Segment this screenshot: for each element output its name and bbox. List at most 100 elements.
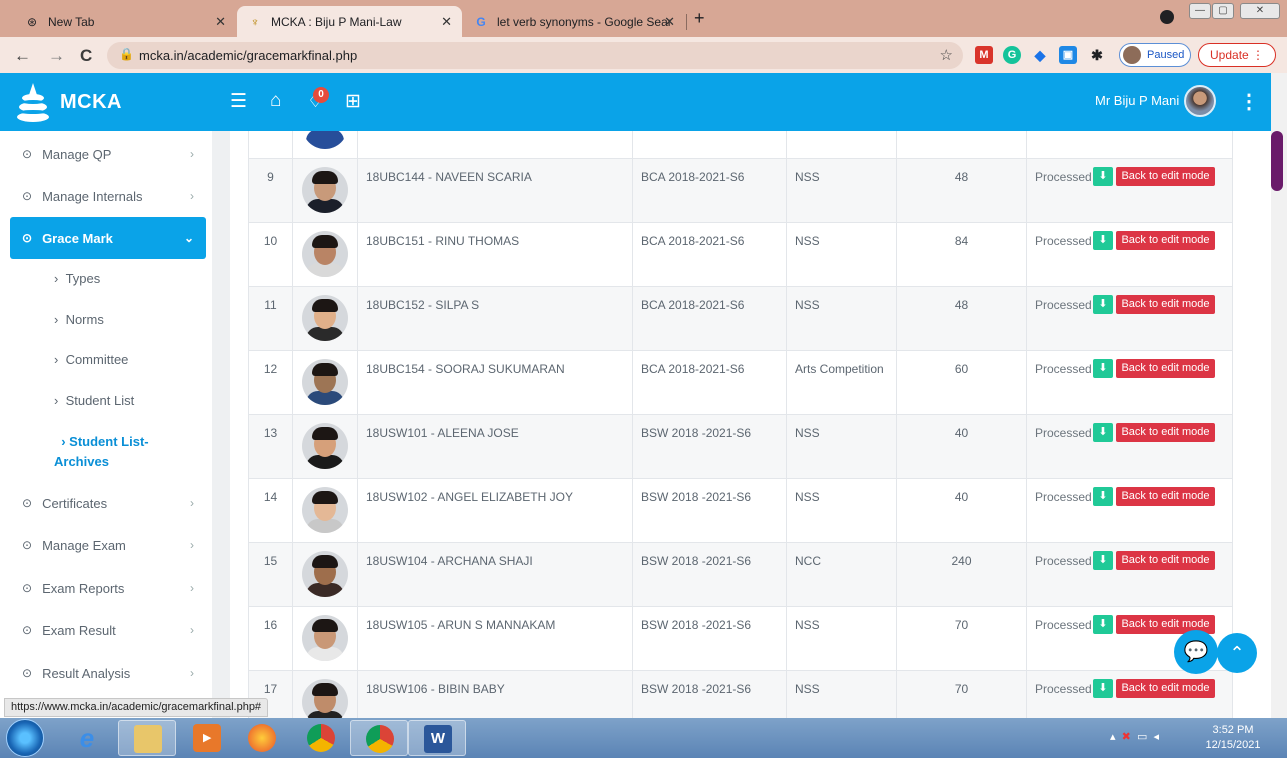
- extension-blue-icon[interactable]: ▣: [1059, 46, 1077, 64]
- back-to-edit-button[interactable]: Back to edit mode: [1116, 167, 1215, 186]
- tab-search-icon[interactable]: [1160, 10, 1174, 24]
- mcka-favicon: ♆: [250, 14, 260, 29]
- chat-button[interactable]: 💬: [1174, 630, 1218, 674]
- back-to-edit-button[interactable]: Back to edit mode: [1116, 551, 1215, 570]
- download-button[interactable]: ⬇: [1093, 295, 1113, 314]
- download-button[interactable]: ⬇: [1093, 679, 1113, 698]
- back-to-edit-button[interactable]: Back to edit mode: [1116, 359, 1215, 378]
- tab-new-tab[interactable]: ⊛ New Tab ✕: [14, 6, 236, 37]
- taskbar-media[interactable]: ▸: [178, 720, 236, 756]
- close-tab-icon[interactable]: ✕: [441, 14, 452, 30]
- photo-body: [306, 583, 344, 597]
- sidebar-item-grace-mark[interactable]: ⊙ Grace Mark ⌄: [10, 217, 206, 259]
- subitem-committee[interactable]: › Committee: [54, 352, 128, 367]
- scroll-top-button[interactable]: ⌃: [1217, 633, 1257, 673]
- download-button[interactable]: ⬇: [1093, 167, 1113, 186]
- url-text[interactable]: mcka.in/academic/gracemarkfinal.php: [139, 48, 357, 63]
- taskbar-explorer[interactable]: [118, 720, 176, 756]
- download-button[interactable]: ⬇: [1093, 423, 1113, 442]
- extensions-puzzle-icon[interactable]: ✱: [1088, 46, 1106, 64]
- status-text: Processed: [1035, 234, 1092, 248]
- close-tab-icon[interactable]: ✕: [664, 14, 675, 30]
- taskbar-word[interactable]: W: [408, 720, 466, 756]
- back-to-edit-button[interactable]: Back to edit mode: [1116, 295, 1215, 314]
- system-clock[interactable]: 3:52 PM 12/15/2021: [1203, 723, 1263, 753]
- table-row: 17 18USW106 - BIBIN BABY BSW 2018 -2021-…: [248, 671, 1233, 718]
- sidebar-item-result-analysis[interactable]: ⊙ Result Analysis ›: [10, 652, 206, 694]
- download-button[interactable]: ⬇: [1093, 615, 1113, 634]
- table-row: 13 18USW101 - ALEENA JOSE BSW 2018 -2021…: [248, 415, 1233, 479]
- student-photo: [302, 359, 348, 405]
- new-tab-button[interactable]: +: [694, 8, 705, 29]
- taskbar-chrome[interactable]: [292, 720, 350, 756]
- sidebar-item-manage-internals[interactable]: ⊙ Manage Internals ›: [10, 175, 206, 217]
- sidebar-item-manage-qp[interactable]: ⊙ Manage QP ›: [10, 133, 206, 175]
- student-photo: [302, 231, 348, 277]
- back-arrow-icon[interactable]: ←: [14, 46, 31, 66]
- omnibox[interactable]: 🔒 mcka.in/academic/gracemarkfinal.php ☆: [107, 42, 963, 69]
- photo-hair: [312, 235, 338, 248]
- subitem-norms[interactable]: › Norms: [54, 312, 104, 327]
- taskbar-ie[interactable]: e: [58, 720, 116, 756]
- close-tab-icon[interactable]: ✕: [215, 14, 226, 30]
- download-button[interactable]: ⬇: [1093, 487, 1113, 506]
- page-scrollbar-thumb[interactable]: [1271, 131, 1283, 191]
- sidebar-item-certificates[interactable]: ⊙ Certificates ›: [10, 482, 206, 524]
- download-button[interactable]: ⬇: [1093, 551, 1113, 570]
- sidebar-item-manage-exam[interactable]: ⊙ Manage Exam ›: [10, 524, 206, 566]
- cell-mark: 240: [897, 543, 1027, 606]
- extension-shield-icon[interactable]: ◆: [1031, 46, 1049, 64]
- bookmark-star-icon[interactable]: ☆: [940, 46, 953, 64]
- profile-button[interactable]: Paused: [1119, 43, 1191, 67]
- status-text: Processed: [1035, 362, 1092, 376]
- system-tray[interactable]: ▴ ✖ ▭ ◂: [1110, 730, 1159, 743]
- user-avatar[interactable]: [1184, 85, 1216, 117]
- maximize-button[interactable]: ▢: [1212, 3, 1234, 19]
- power-icon: ▭: [1136, 731, 1148, 743]
- taskbar-chrome-profile[interactable]: [350, 720, 408, 756]
- minimize-button[interactable]: —: [1189, 3, 1211, 19]
- taskbar-firefox[interactable]: [233, 720, 291, 756]
- sidebar-item-exam-result[interactable]: ⊙ Exam Result ›: [10, 609, 206, 651]
- sidebar-item-exam-reports[interactable]: ⊙ Exam Reports ›: [10, 567, 206, 609]
- forward-arrow-icon[interactable]: →: [48, 46, 65, 66]
- back-to-edit-button[interactable]: Back to edit mode: [1116, 231, 1215, 250]
- cell-no: 12: [249, 351, 293, 414]
- student-photo: [302, 423, 348, 469]
- update-button[interactable]: Update ⋮: [1198, 43, 1276, 67]
- grammarly-icon[interactable]: G: [1003, 46, 1021, 64]
- brand[interactable]: MCKA: [14, 81, 122, 123]
- cell-category: Arts Competition: [787, 351, 897, 414]
- cell-actions: Processed ⬇ Back to edit mode: [1027, 351, 1232, 414]
- download-button[interactable]: ⬇: [1093, 359, 1113, 378]
- back-to-edit-button[interactable]: Back to edit mode: [1116, 487, 1215, 506]
- cell-course: BSW 2018 -2021-S6: [633, 671, 787, 718]
- tab-google-search[interactable]: G let verb synonyms - Google Sear ✕: [463, 6, 685, 37]
- subitem-student-list[interactable]: › Student List: [54, 393, 134, 408]
- cell-no: [249, 131, 293, 158]
- more-options-icon[interactable]: ⋮: [1239, 89, 1259, 114]
- cell-course: BSW 2018 -2021-S6: [633, 607, 787, 670]
- cell-mark: 70: [897, 607, 1027, 670]
- subitem-student-list-archives[interactable]: › Student List- Archives: [54, 432, 164, 472]
- close-window-button[interactable]: ✕: [1240, 3, 1280, 19]
- photo-hair: [312, 619, 338, 632]
- back-to-edit-button[interactable]: Back to edit mode: [1116, 423, 1215, 442]
- back-to-edit-button[interactable]: Back to edit mode: [1116, 679, 1215, 698]
- apps-grid-icon[interactable]: ⊞: [345, 90, 361, 113]
- extension-red-icon[interactable]: M: [975, 46, 993, 64]
- tab-mcka[interactable]: ♆ MCKA : Biju P Mani-Law ✕: [237, 6, 462, 37]
- cell-student: 18UBC154 - SOORAJ SUKUMARAN: [358, 351, 633, 414]
- download-button[interactable]: ⬇: [1093, 231, 1113, 250]
- media-player-icon: ▸: [193, 724, 221, 752]
- tab-label: New Tab: [48, 14, 95, 29]
- start-button[interactable]: [6, 719, 44, 757]
- user-name[interactable]: Mr Biju P Mani: [1095, 93, 1179, 108]
- cell-actions: Processed ⬇ Back to edit mode: [1027, 223, 1232, 286]
- menu-toggle-icon[interactable]: ☰: [230, 90, 247, 113]
- reload-icon[interactable]: C: [80, 46, 92, 66]
- subitem-types[interactable]: › Types: [54, 271, 100, 286]
- chat-icon: 💬: [1183, 641, 1209, 663]
- home-icon[interactable]: ⌂: [270, 90, 281, 112]
- table-row: 12 18UBC154 - SOORAJ SUKUMARAN BCA 2018-…: [248, 351, 1233, 415]
